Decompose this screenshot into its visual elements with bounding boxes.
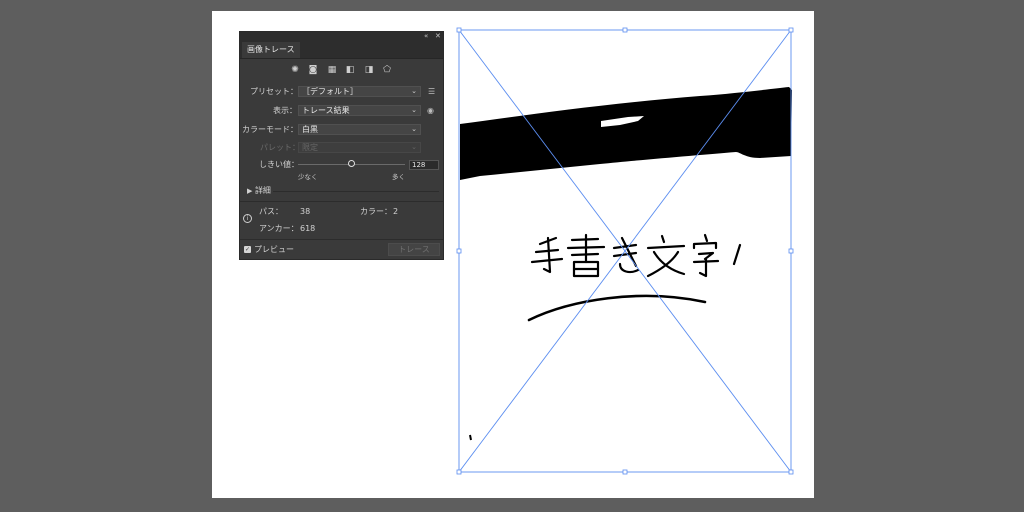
view-label: 表示：	[273, 106, 297, 115]
threshold-min-label: 少なく	[298, 173, 318, 181]
preset-dropdown[interactable]: ［デフォルト］ ⌄	[298, 86, 421, 97]
low-color-icon[interactable]: ▦	[327, 65, 337, 75]
brush-stroke-shape	[460, 87, 792, 180]
close-icon[interactable]: ✕	[435, 32, 441, 41]
threshold-slider-knob[interactable]	[348, 160, 355, 167]
mode-value: 白黒	[302, 125, 318, 134]
preview-checkbox[interactable]: ✓	[244, 246, 251, 253]
chevron-down-icon: ⌄	[411, 87, 417, 95]
preset-value: ［デフォルト］	[302, 87, 358, 96]
preset-label: プリセット：	[250, 87, 298, 96]
colors-label: カラー：	[360, 207, 392, 216]
high-color-icon[interactable]: ◙	[308, 65, 318, 75]
stray-mark	[469, 434, 472, 441]
traced-artwork[interactable]	[0, 0, 1024, 512]
outline-icon[interactable]: ⬠	[382, 65, 392, 75]
threshold-max-label: 多く	[392, 173, 405, 181]
disclosure-triangle-icon: ▶	[247, 187, 253, 195]
mode-label: カラーモード：	[242, 125, 298, 134]
divider	[240, 239, 443, 240]
black-white-icon[interactable]: ◨	[364, 65, 374, 75]
colors-value: 2	[393, 207, 399, 216]
chevron-down-icon: ⌄	[411, 125, 417, 133]
anchors-label: アンカー：	[259, 224, 299, 233]
chevron-down-icon: ⌄	[411, 143, 417, 151]
info-icon: i	[243, 214, 252, 223]
panel-title-bar[interactable]: « ✕	[240, 32, 443, 41]
view-dropdown[interactable]: トレース結果 ⌄	[298, 105, 421, 116]
handwritten-text	[530, 233, 742, 278]
palette-label: パレット：	[260, 143, 300, 152]
paths-label: パス：	[259, 207, 283, 216]
palette-dropdown: 限定 ⌄	[298, 142, 421, 153]
paths-value: 38	[300, 207, 311, 216]
trace-button[interactable]: トレース	[388, 243, 440, 256]
grayscale-icon[interactable]: ◧	[345, 65, 355, 75]
chevron-down-icon: ⌄	[411, 106, 417, 114]
advanced-toggle[interactable]: ▶ 詳細	[247, 185, 271, 197]
palette-value: 限定	[302, 143, 318, 152]
divider	[240, 201, 443, 202]
selection-bounding-box	[458, 29, 792, 473]
eye-icon[interactable]: ◉	[427, 106, 434, 116]
anchors-value: 618	[300, 224, 316, 233]
threshold-input[interactable]: 128	[409, 160, 439, 170]
collapse-icon[interactable]: «	[424, 32, 428, 41]
mode-dropdown[interactable]: 白黒 ⌄	[298, 124, 421, 135]
divider	[273, 191, 439, 192]
preview-label: プレビュー	[254, 245, 294, 254]
view-value: トレース結果	[302, 106, 350, 115]
threshold-label: しきい値：	[259, 160, 299, 169]
underline-stroke	[527, 294, 707, 322]
tab-image-trace[interactable]: 画像トレース	[242, 42, 300, 58]
auto-color-icon[interactable]: ✺	[290, 65, 300, 75]
preset-list-icon[interactable]: ☰	[428, 87, 435, 97]
panel-tab-bar: 画像トレース	[240, 41, 443, 59]
advanced-label: 詳細	[254, 186, 271, 195]
